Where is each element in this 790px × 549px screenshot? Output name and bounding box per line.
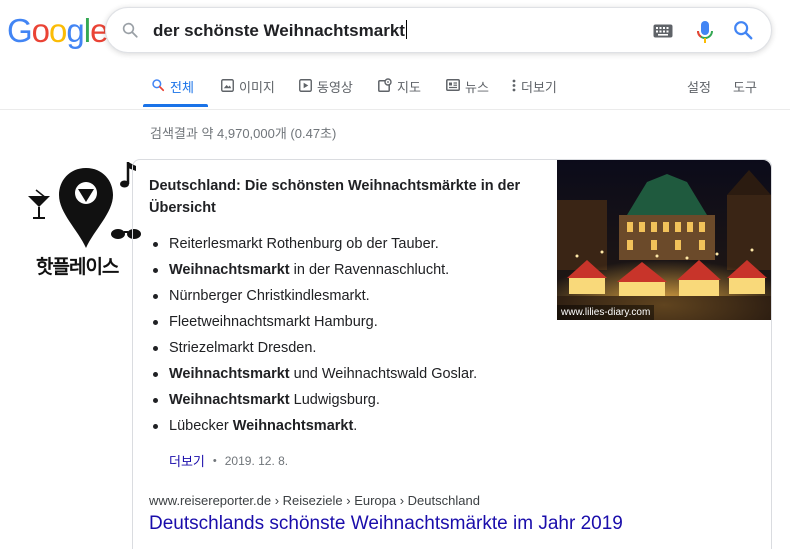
search-icon xyxy=(121,21,139,44)
list-item-text: Lübecker xyxy=(169,418,233,434)
list-item: Nürnberger Christkindlesmarkt. xyxy=(149,284,477,310)
tab-label: 뉴스 xyxy=(465,80,489,95)
more-link[interactable]: 더보기 xyxy=(169,451,205,470)
tab-label: 설정 xyxy=(687,80,711,95)
video-icon xyxy=(299,78,312,95)
list-item: Fleetweihnachtsmarkt Hamburg. xyxy=(149,310,477,336)
tab-label: 이미지 xyxy=(239,80,275,95)
list-item-text: Striezelmarkt Dresden. xyxy=(169,340,317,356)
search-icon xyxy=(151,78,165,95)
list-item-bold: Weihnachtsmarkt xyxy=(169,392,290,408)
tab-label: 동영상 xyxy=(317,80,353,95)
tab-label: 더보기 xyxy=(521,80,557,95)
list-item-bold: Weihnachtsmarkt xyxy=(169,262,290,278)
list-item-bold: Weihnachtsmarkt xyxy=(169,366,290,382)
map-icon xyxy=(378,78,392,95)
search-box[interactable]: der schönste Weihnachtsmarkt xyxy=(105,7,772,53)
tab-news[interactable]: 뉴스 xyxy=(446,77,489,96)
search-tabs: 전체 이미지 동영상 지도 뉴스 더보기 설정 도구 xyxy=(0,70,790,110)
logo-letter: G xyxy=(7,12,33,49)
result-title-link[interactable]: Deutschlands schönste Weihnachtsmärkte i… xyxy=(149,513,623,535)
list-item-text: Nürnberger Christkindlesmarkt. xyxy=(169,288,370,304)
result-stats: 검색결과 약 4,970,000개 (0.47초) xyxy=(150,126,337,141)
tab-label: 지도 xyxy=(397,80,421,95)
tab-tools[interactable]: 도구 xyxy=(733,77,757,96)
more-vert-icon xyxy=(512,79,516,95)
snippet-list: Reiterlesmarkt Rothenburg ob der Tauber.… xyxy=(149,232,477,440)
list-item-text: und Weihnachtswald Goslar. xyxy=(289,366,478,382)
list-item-bold: Weihnachtsmarkt xyxy=(232,418,354,434)
hotplace-logo-text: 핫플레이스 xyxy=(36,256,119,278)
logo-letter: g xyxy=(66,12,84,49)
list-item: Weihnachtsmarkt in der Ravennaschlucht. xyxy=(149,258,477,284)
separator: • xyxy=(212,454,217,467)
tab-images[interactable]: 이미지 xyxy=(221,77,275,96)
list-item-text: Reiterlesmarkt Rothenburg ob der Tauber. xyxy=(169,236,439,252)
snippet-date: 2019. 12. 8. xyxy=(224,453,289,468)
list-item: Striezelmarkt Dresden. xyxy=(149,336,477,362)
search-query-text: der schönste Weihnachtsmarkt xyxy=(153,21,405,40)
tab-label: 도구 xyxy=(733,80,757,95)
tab-label: 전체 xyxy=(170,80,194,95)
tab-videos[interactable]: 동영상 xyxy=(299,77,353,96)
list-item-text: Ludwigsburg. xyxy=(289,392,380,408)
tab-maps[interactable]: 지도 xyxy=(378,77,421,96)
featured-snippet-image[interactable]: www.lilies-diary.com xyxy=(557,160,771,320)
microphone-icon[interactable] xyxy=(696,20,714,49)
image-credit: www.lilies-diary.com xyxy=(557,305,655,320)
snippet-more-row: 더보기 • 2019. 12. 8. xyxy=(169,451,288,470)
tab-more[interactable]: 더보기 xyxy=(512,77,557,96)
image-icon xyxy=(221,78,234,95)
logo-letter: o xyxy=(49,12,67,49)
hotplace-logo: 핫플레이스 xyxy=(26,158,146,283)
result-breadcrumb[interactable]: www.reisereporter.de › Reiseziele › Euro… xyxy=(149,493,480,508)
featured-snippet-title: Deutschland: Die schönsten Weihnachtsmär… xyxy=(149,178,521,216)
text-caret xyxy=(405,20,407,39)
search-input[interactable]: der schönste Weihnachtsmarkt xyxy=(153,20,593,41)
news-icon xyxy=(446,79,460,94)
list-item-text: Fleetweihnachtsmarkt Hamburg. xyxy=(169,314,378,330)
list-item: Reiterlesmarkt Rothenburg ob der Tauber. xyxy=(149,232,477,258)
list-item: Weihnachtsmarkt und Weihnachtswald Gosla… xyxy=(149,362,477,388)
tab-all[interactable]: 전체 xyxy=(151,77,194,96)
search-submit-icon[interactable] xyxy=(732,19,754,46)
tab-settings[interactable]: 설정 xyxy=(687,77,711,96)
logo-letter: o xyxy=(31,12,50,49)
list-item: Lübecker Weihnachtsmarkt. xyxy=(149,414,477,440)
list-item: Weihnachtsmarkt Ludwigsburg. xyxy=(149,388,477,414)
list-item-text: . xyxy=(353,418,358,434)
list-item-text: in der Ravennaschlucht. xyxy=(289,262,450,278)
keyboard-icon[interactable] xyxy=(653,24,673,43)
google-logo[interactable]: Google xyxy=(7,12,108,50)
active-tab-indicator xyxy=(143,104,208,107)
